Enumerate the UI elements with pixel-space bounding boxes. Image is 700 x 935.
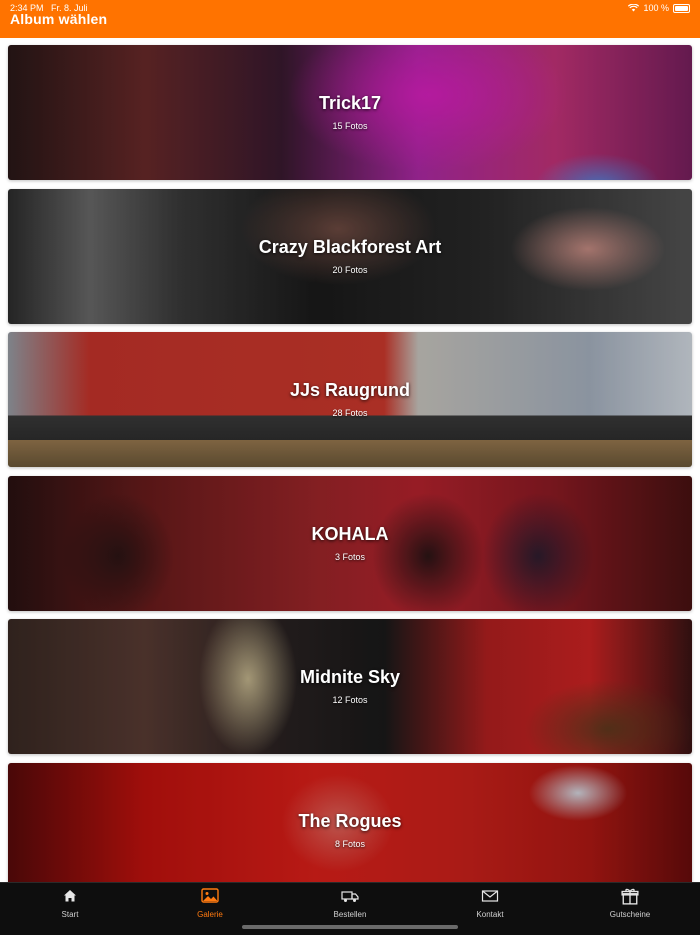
tab-kontakt[interactable]: Kontakt [420, 887, 560, 923]
tab-bar: Start Galerie Bestellen Kontakt Gutschei… [0, 882, 700, 935]
tab-label: Kontakt [476, 910, 504, 919]
tab-start[interactable]: Start [0, 887, 140, 923]
page-title: Album wählen [10, 11, 108, 27]
battery-icon [673, 3, 690, 13]
album-name: The Rogues [298, 811, 402, 831]
tab-label: Start [61, 910, 79, 919]
album-list[interactable]: Trick17 15 Fotos Crazy Blackforest Art 2… [0, 38, 700, 882]
tab-bestellen[interactable]: Bestellen [280, 887, 420, 923]
gift-icon [621, 888, 639, 905]
gallery-icon [201, 888, 219, 903]
album-name: Trick17 [318, 93, 382, 113]
album-card-the-rogues[interactable]: The Rogues 8 Fotos [8, 763, 692, 882]
home-icon [64, 890, 76, 902]
truck-icon [341, 891, 359, 902]
album-name: KOHALA [311, 524, 389, 544]
status-indicators: 100 % [628, 3, 690, 13]
tab-galerie[interactable]: Galerie [140, 887, 280, 923]
battery-percent: 100 % [643, 3, 669, 13]
envelope-icon [481, 890, 499, 902]
album-photo-count: 8 Fotos [334, 839, 365, 849]
album-name: JJs Raugrund [289, 380, 411, 400]
home-indicator [242, 925, 458, 929]
album-photo-count: 12 Fotos [332, 695, 368, 705]
tab-label: Galerie [197, 910, 223, 919]
album-card-midnite-sky[interactable]: Midnite Sky 12 Fotos [8, 619, 692, 754]
album-photo-count: 20 Fotos [332, 265, 368, 275]
album-card-kohala[interactable]: KOHALA 3 Fotos [8, 476, 692, 611]
navigation-bar: 2:34 PM Fr. 8. Juli 100 % Album wählen [0, 0, 700, 38]
album-photo-count: 28 Fotos [332, 408, 368, 418]
album-card-trick17[interactable]: Trick17 15 Fotos [8, 45, 692, 180]
wifi-icon [628, 4, 640, 12]
tab-gutscheine[interactable]: Gutscheine [560, 887, 700, 923]
album-name: Crazy Blackforest Art [258, 237, 442, 257]
tab-label: Bestellen [333, 910, 367, 919]
album-card-jjs-raugrund[interactable]: JJs Raugrund 28 Fotos [8, 332, 692, 467]
album-photo-count: 3 Fotos [334, 552, 365, 562]
album-card-crazy-blackforest-art[interactable]: Crazy Blackforest Art 20 Fotos [8, 189, 692, 324]
album-name: Midnite Sky [299, 667, 401, 687]
tab-label: Gutscheine [609, 910, 651, 919]
album-photo-count: 15 Fotos [332, 121, 368, 131]
